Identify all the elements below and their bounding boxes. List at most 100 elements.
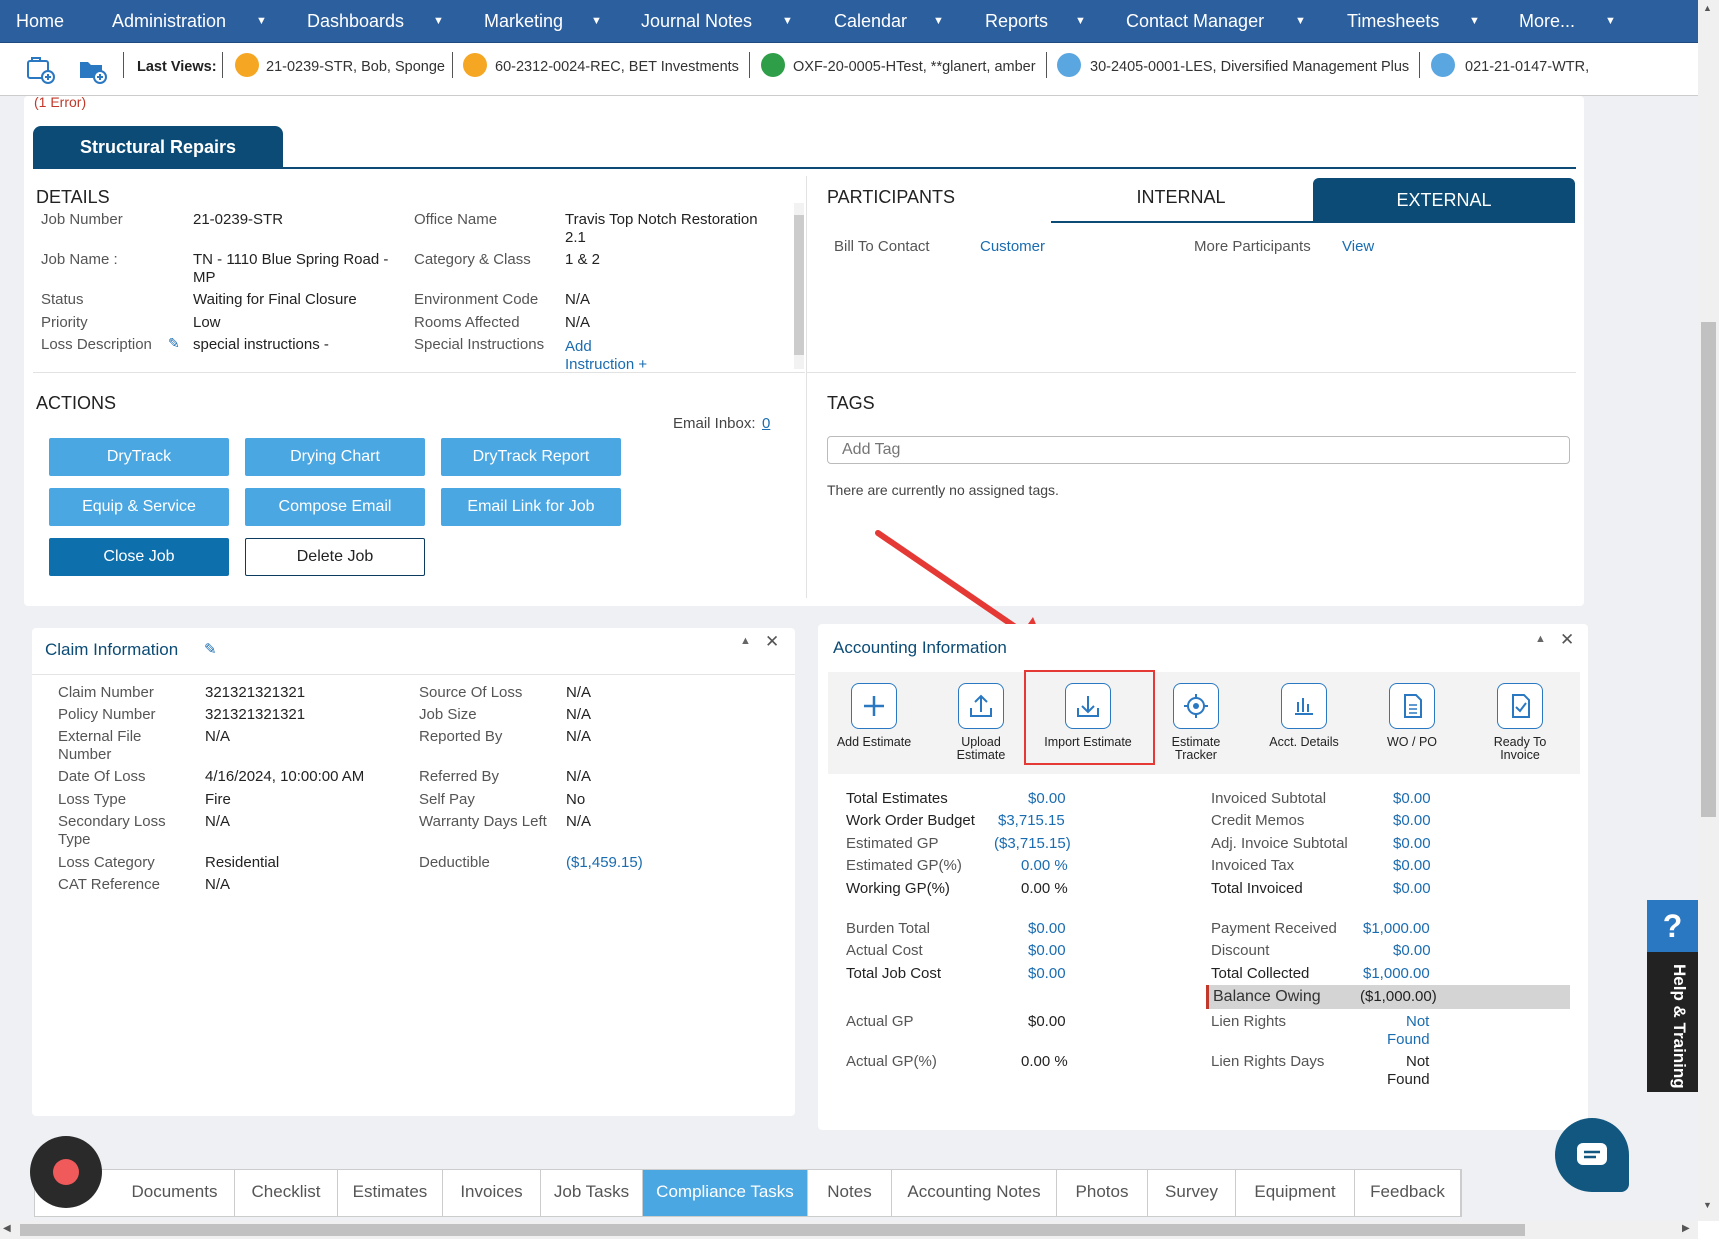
last-view-item[interactable]: OXF-20-0005-HTest, **glanert, amber [793,59,1036,75]
burden-total[interactable]: $0.00 [1028,920,1066,937]
tab-equipment[interactable]: Equipment [1236,1170,1355,1216]
add-instruction-link[interactable]: Add [565,338,592,355]
credit-memos[interactable]: $0.00 [1393,812,1431,829]
compose-email-button[interactable]: Compose Email [245,488,425,526]
chevron-down-icon[interactable]: ▼ [1295,0,1306,43]
invoiced-tax[interactable]: $0.00 [1393,857,1431,874]
close-job-button[interactable]: Close Job [49,538,229,576]
chevron-down-icon[interactable]: ▼ [256,0,267,43]
chevron-down-icon[interactable]: ▼ [782,0,793,43]
wo-po-label[interactable]: WO / PO [1364,736,1460,749]
tab-estimates[interactable]: Estimates [338,1170,443,1216]
new-folder-icon[interactable] [78,56,108,84]
total-job-cost[interactable]: $0.00 [1028,965,1066,982]
tab-accounting-notes[interactable]: Accounting Notes [892,1170,1057,1216]
estimate-tracker-label[interactable]: Tracker [1148,749,1244,762]
chevron-down-icon[interactable]: ▼ [433,0,444,43]
tab-external[interactable]: EXTERNAL [1313,178,1575,223]
chevron-down-icon[interactable]: ▼ [933,0,944,43]
work-order-budget[interactable]: $3,715.15 [998,812,1065,829]
payment-received[interactable]: $1,000.00 [1363,920,1430,937]
scrollbar[interactable] [794,203,804,369]
acct-details-icon[interactable] [1281,683,1327,729]
last-view-item[interactable]: 21-0239-STR, Bob, Sponge [266,59,445,75]
chevron-down-icon[interactable]: ▼ [1075,0,1086,43]
horizontal-scrollbar[interactable]: ◀ ▶ [0,1221,1698,1239]
label: CAT Reference [58,876,160,893]
add-estimate-label[interactable]: Add Estimate [826,736,922,749]
tab-photos[interactable]: Photos [1057,1170,1148,1216]
collapse-icon[interactable]: ▲ [740,635,751,647]
chevron-down-icon[interactable]: ▼ [1469,0,1480,43]
tab-job-tasks[interactable]: Job Tasks [541,1170,643,1216]
drytrack-report-button[interactable]: DryTrack Report [441,438,621,476]
total-invoiced[interactable]: $0.00 [1393,880,1431,897]
nav-reports[interactable]: Reports [985,0,1048,43]
add-tag-input[interactable] [827,436,1570,464]
nav-administration[interactable]: Administration [112,0,226,43]
nav-calendar[interactable]: Calendar [834,0,907,43]
chevron-down-icon[interactable]: ▼ [1605,0,1616,43]
view-participants-link[interactable]: View [1342,238,1374,255]
nav-journal-notes[interactable]: Journal Notes [641,0,752,43]
tab-notes[interactable]: Notes [808,1170,892,1216]
tab-internal[interactable]: INTERNAL [1051,187,1311,208]
pencil-icon[interactable]: ✎ [204,640,217,658]
tab-documents[interactable]: Documents [115,1170,235,1216]
actual-cost[interactable]: $0.00 [1028,942,1066,959]
nav-marketing[interactable]: Marketing [484,0,563,43]
equip-service-button[interactable]: Equip & Service [49,488,229,526]
tab-compliance-tasks[interactable]: Compliance Tasks [643,1170,808,1216]
help-training-tab[interactable]: Help & Training [1647,952,1698,1092]
lien-rights[interactable]: Not [1406,1013,1429,1030]
last-view-item[interactable]: 021-21-0147-WTR, [1465,59,1589,75]
invoiced-subtotal[interactable]: $0.00 [1393,790,1431,807]
add-estimate-icon[interactable] [851,683,897,729]
ready-to-invoice-label[interactable]: Invoice [1472,749,1568,762]
upload-estimate-label[interactable]: Estimate [933,749,1029,762]
tab-survey[interactable]: Survey [1148,1170,1236,1216]
tab-checklist[interactable]: Checklist [235,1170,338,1216]
close-icon[interactable]: ✕ [1560,630,1574,650]
label: Environment Code [414,291,539,308]
nav-more[interactable]: More... [1519,0,1575,43]
discount[interactable]: $0.00 [1393,942,1431,959]
total-estimates[interactable]: $0.00 [1028,790,1066,807]
nav-contact-manager[interactable]: Contact Manager [1126,0,1264,43]
email-inbox-link[interactable]: 0 [762,415,770,432]
vertical-scrollbar[interactable]: ▲ ▼ [1698,0,1719,1221]
chevron-down-icon[interactable]: ▼ [591,0,602,43]
record-button[interactable] [30,1136,102,1208]
accounting-title: Accounting Information [833,638,1007,657]
last-view-item[interactable]: 60-2312-0024-REC, BET Investments [495,59,739,75]
drying-chart-button[interactable]: Drying Chart [245,438,425,476]
last-view-item[interactable]: 30-2405-0001-LES, Diversified Management… [1090,59,1409,75]
acct-details-label[interactable]: Acct. Details [1256,736,1352,749]
ready-to-invoice-icon[interactable] [1497,683,1543,729]
email-link-button[interactable]: Email Link for Job [441,488,621,526]
tab-feedback[interactable]: Feedback [1355,1170,1461,1216]
help-button[interactable]: ? [1647,900,1698,952]
chat-button[interactable] [1555,1118,1629,1192]
close-icon[interactable]: ✕ [765,632,779,652]
collapse-icon[interactable]: ▲ [1535,633,1546,645]
tab-invoices[interactable]: Invoices [443,1170,541,1216]
error-text[interactable]: (1 Error) [34,94,86,110]
new-job-icon[interactable] [26,56,56,84]
drytrack-button[interactable]: DryTrack [49,438,229,476]
total-collected[interactable]: $1,000.00 [1363,965,1430,982]
nav-dashboards[interactable]: Dashboards [307,0,404,43]
nav-home[interactable]: Home [16,0,64,43]
delete-job-button[interactable]: Delete Job [245,538,425,576]
pencil-icon[interactable]: ✎ [168,335,180,352]
lien-rights[interactable]: Found [1387,1031,1430,1048]
add-instruction-link[interactable]: Instruction + [565,356,647,373]
estimate-tracker-icon[interactable] [1173,683,1219,729]
label: Claim Number [58,684,154,701]
upload-estimate-icon[interactable] [958,683,1004,729]
bill-to-contact-link[interactable]: Customer [980,238,1045,255]
tab-structural-repairs[interactable]: Structural Repairs [33,126,283,168]
nav-timesheets[interactable]: Timesheets [1347,0,1439,43]
adj-invoice-subtotal[interactable]: $0.00 [1393,835,1431,852]
document-icon[interactable] [1389,683,1435,729]
